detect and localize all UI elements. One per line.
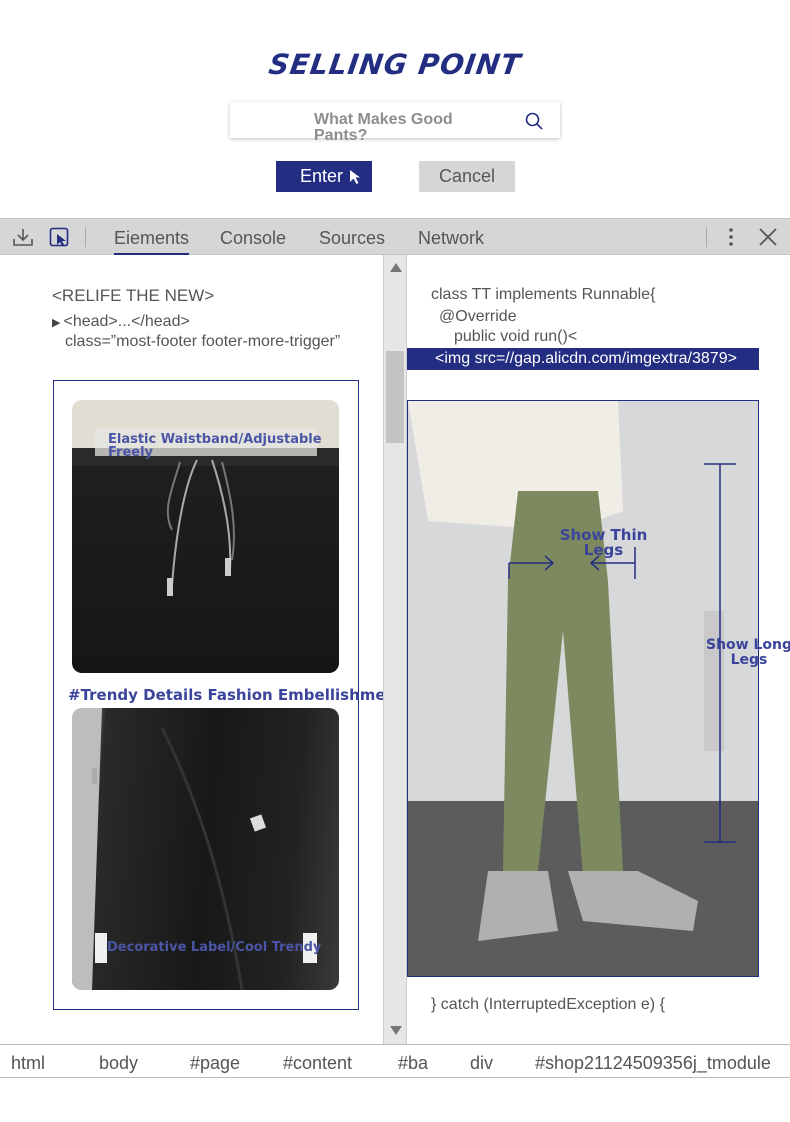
tab-sources[interactable]: Sources <box>319 228 385 249</box>
toolbar-divider <box>706 227 707 247</box>
breadcrumb-item[interactable]: body <box>99 1053 138 1074</box>
code-line: class TT implements Runnable{ <box>431 286 656 303</box>
scroll-thumb[interactable] <box>386 351 404 443</box>
devtools-toolbar: Eiements Console Sources Network <box>0 218 790 255</box>
breadcrumb-item[interactable]: #content <box>283 1053 352 1074</box>
breadcrumb-item[interactable]: html <box>11 1053 45 1074</box>
tab-console[interactable]: Console <box>220 228 286 249</box>
toolbar-divider <box>85 227 86 247</box>
selected-code-line[interactable]: <img src=//gap.alicdn.com/imgextra/3879> <box>407 348 759 370</box>
search-input[interactable]: What Makes Good Pants? <box>314 112 484 144</box>
cursor-icon <box>350 170 360 184</box>
tab-elements[interactable]: Eiements <box>114 228 190 255</box>
tab-network[interactable]: Network <box>418 228 484 249</box>
section-caption: #Trendy Details Fashion Embellishment# <box>68 686 416 704</box>
decorative-label-caption: Decorative Label/Cool Trendy <box>107 940 322 955</box>
breadcrumb-item[interactable]: #ba <box>398 1053 428 1074</box>
vertical-scrollbar[interactable] <box>383 255 407 1044</box>
label-tab-decoration <box>95 933 107 963</box>
close-icon[interactable] <box>758 227 778 252</box>
download-icon[interactable] <box>12 227 34 252</box>
code-line: <RELIFE THE NEW> <box>52 286 215 305</box>
pants-model-photo <box>407 400 759 977</box>
scroll-up-arrow-icon[interactable] <box>390 263 402 272</box>
code-line: class=”most-footer footer-more-trigger” <box>65 333 341 350</box>
breadcrumb-item[interactable]: #shop21124509356j_tmodule <box>535 1053 771 1074</box>
search-box[interactable]: What Makes Good Pants? <box>230 102 560 144</box>
code-line: @Override <box>439 308 517 325</box>
page-title: SELLING POINT <box>266 48 524 81</box>
search-icon[interactable] <box>524 111 544 136</box>
code-line-collapsible[interactable]: ▶ <head>...</head> <box>52 313 190 331</box>
enter-button-label: Enter <box>300 166 344 186</box>
code-line: public void run()< <box>454 328 578 345</box>
breadcrumb: html body #page #content #ba div #shop21… <box>0 1044 790 1078</box>
long-legs-label: Show Long Legs <box>705 637 790 668</box>
cancel-button[interactable]: Cancel <box>419 161 515 192</box>
code-line: } catch (InterruptedException e) { <box>431 996 665 1013</box>
breadcrumb-item[interactable]: #page <box>190 1053 240 1074</box>
head-tag: <head>...</head> <box>63 313 190 330</box>
waistband-label: Elastic Waistband/Adjustable Freely <box>108 432 322 460</box>
breadcrumb-item[interactable]: div <box>470 1053 493 1074</box>
expand-triangle-icon[interactable]: ▶ <box>52 317 60 329</box>
more-options-icon[interactable] <box>726 227 736 252</box>
inspect-element-icon[interactable] <box>49 227 71 252</box>
thin-legs-label: Show Thin Legs <box>559 526 648 559</box>
enter-button[interactable]: Enter <box>276 161 372 192</box>
scroll-down-arrow-icon[interactable] <box>390 1026 402 1035</box>
